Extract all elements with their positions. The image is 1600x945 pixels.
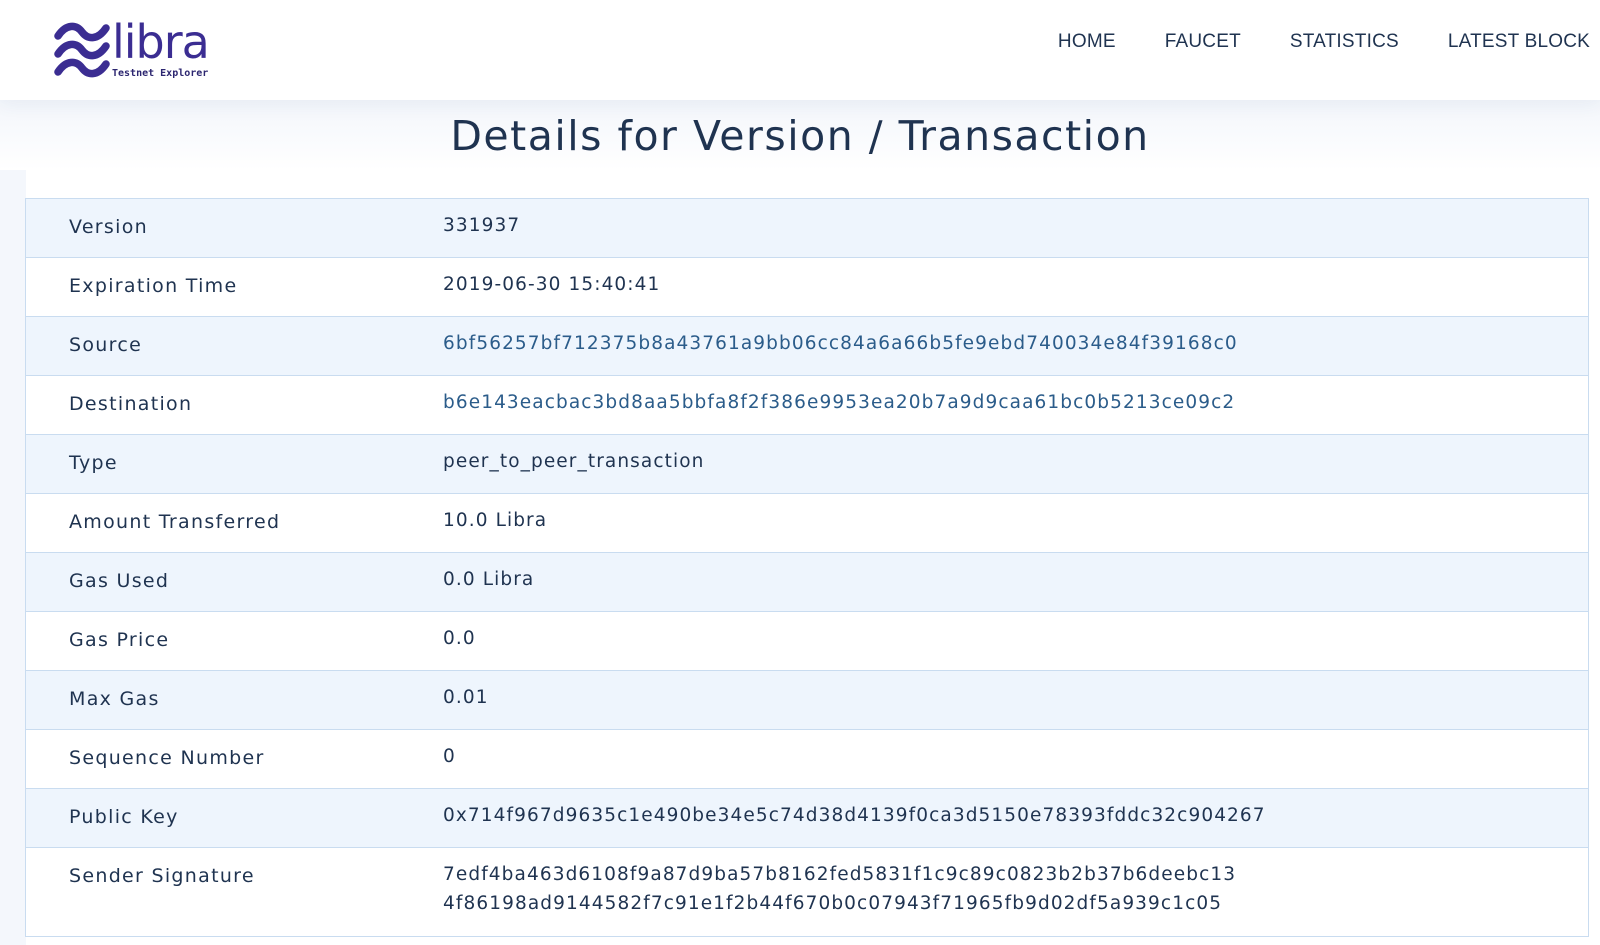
brand-subtitle: Testnet Explorer xyxy=(112,68,209,79)
detail-value-gas-used: 0.0 Libra xyxy=(443,569,535,590)
detail-row-max-gas: Max Gas 0.01 xyxy=(26,671,1588,730)
detail-value-max-gas: 0.01 xyxy=(443,687,489,708)
detail-label: Expiration Time xyxy=(69,275,238,297)
signature-line: 4f86198ad9144582f7c91e1f2b44f670b0c07943… xyxy=(443,893,1223,914)
detail-row-sender-signature: Sender Signature 7edf4ba463d6108f9a87d9b… xyxy=(26,848,1588,937)
detail-label: Source xyxy=(69,334,143,356)
detail-label: Destination xyxy=(69,393,193,415)
nav-faucet-link[interactable]: FAUCET xyxy=(1165,31,1241,53)
detail-row-version: Version 331937 xyxy=(26,199,1588,258)
detail-row-sequence-number: Sequence Number 0 xyxy=(26,730,1588,789)
transaction-details-table: Version 331937 Expiration Time 2019-06-3… xyxy=(25,198,1589,937)
signature-line: 7edf4ba463d6108f9a87d9ba57b8162fed5831f1… xyxy=(443,864,1237,885)
detail-value-gas-price: 0.0 xyxy=(443,628,476,649)
destination-address-link[interactable]: b6e143eacbac3bd8aa5bbfa8f2f386e9953ea20b… xyxy=(443,371,1588,417)
libra-logo[interactable]: libra Testnet Explorer xyxy=(54,15,214,84)
detail-value-amount: 10.0 Libra xyxy=(443,510,548,531)
detail-label: Type xyxy=(69,452,118,474)
detail-row-expiration-time: Expiration Time 2019-06-30 15:40:41 xyxy=(26,258,1588,317)
detail-label: Gas Price xyxy=(69,629,170,651)
detail-value-public-key: 0x714f967d9635c1e490be34e5c74d38d4139f0c… xyxy=(443,805,1266,826)
detail-label: Sender Signature xyxy=(69,865,255,887)
detail-row-amount-transferred: Amount Transferred 10.0 Libra xyxy=(26,494,1588,553)
detail-value-sender-signature: 7edf4ba463d6108f9a87d9ba57b8162fed5831f1… xyxy=(443,843,1588,918)
nav-latest-block-link[interactable]: LATEST BLOCK xyxy=(1448,31,1590,53)
detail-label: Amount Transferred xyxy=(69,511,281,533)
detail-label: Max Gas xyxy=(69,688,160,710)
detail-value-expiration-time: 2019-06-30 15:40:41 xyxy=(443,274,661,295)
detail-label: Public Key xyxy=(69,806,179,828)
nav-home-link[interactable]: HOME xyxy=(1058,31,1116,53)
detail-row-source: Source 6bf56257bf712375b8a43761a9bb06cc8… xyxy=(26,317,1588,376)
libra-waves-icon xyxy=(54,22,110,78)
detail-row-type: Type peer_to_peer_transaction xyxy=(26,435,1588,494)
nav-statistics-link[interactable]: STATISTICS xyxy=(1290,31,1399,53)
detail-row-public-key: Public Key 0x714f967d9635c1e490be34e5c74… xyxy=(26,789,1588,848)
detail-value-type: peer_to_peer_transaction xyxy=(443,451,705,472)
brand-name: libra xyxy=(112,15,210,69)
top-header: libra Testnet Explorer HOME FAUCET STATI… xyxy=(0,0,1600,100)
detail-row-gas-used: Gas Used 0.0 Libra xyxy=(26,553,1588,612)
page-title: Details for Version / Transaction xyxy=(450,112,1150,160)
source-address-link[interactable]: 6bf56257bf712375b8a43761a9bb06cc84a6a66b… xyxy=(443,312,1588,358)
detail-label: Sequence Number xyxy=(69,747,265,769)
detail-label: Gas Used xyxy=(69,570,170,592)
background-accent xyxy=(0,170,26,945)
detail-label: Version xyxy=(69,216,148,238)
detail-value-version: 331937 xyxy=(443,215,521,236)
detail-row-destination: Destination b6e143eacbac3bd8aa5bbfa8f2f3… xyxy=(26,376,1588,435)
main-nav: HOME FAUCET STATISTICS LATEST BLOCK xyxy=(1058,31,1590,53)
detail-row-gas-price: Gas Price 0.0 xyxy=(26,612,1588,671)
detail-value-sequence-number: 0 xyxy=(443,746,456,767)
